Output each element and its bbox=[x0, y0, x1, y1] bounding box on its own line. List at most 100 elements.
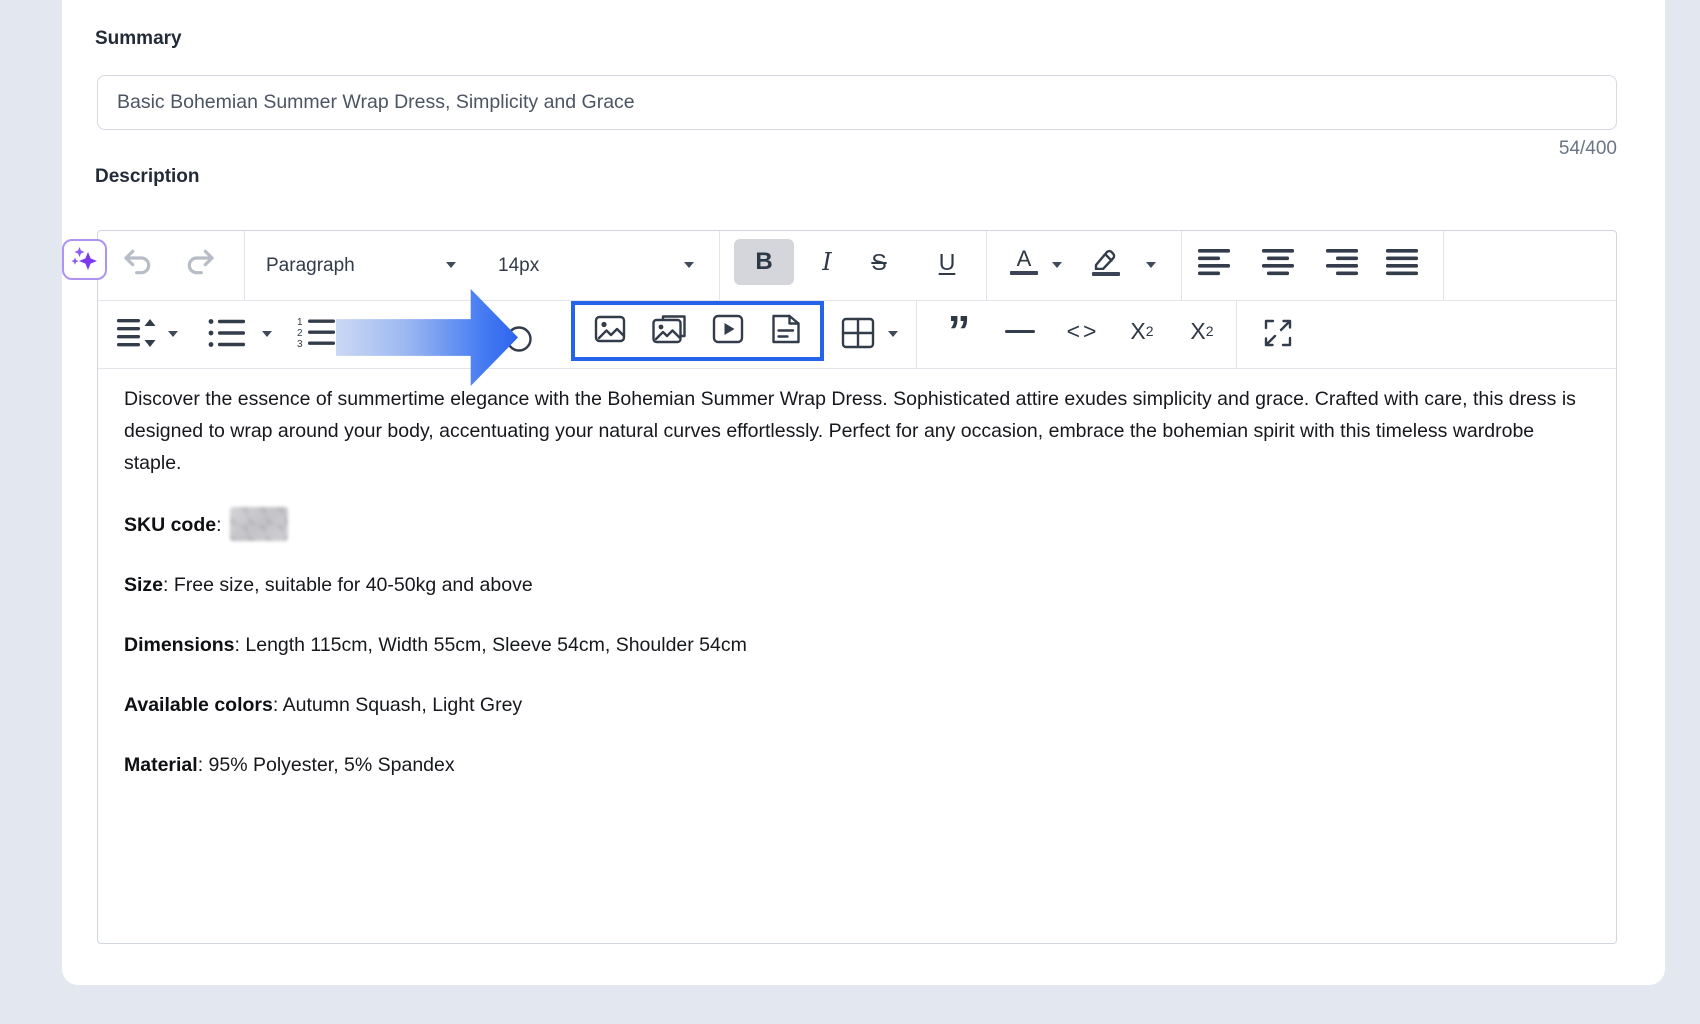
svg-text:1: 1 bbox=[297, 317, 303, 328]
feature-line-material: Material: 95% Polyester, 5% Spandex bbox=[124, 749, 1590, 781]
subscript-index: 2 bbox=[1205, 323, 1214, 339]
blockquote-button[interactable]: ” bbox=[936, 308, 982, 354]
label-separator: : bbox=[234, 634, 246, 656]
page: { "page": { "background": "#e3e7f0", "ca… bbox=[0, 0, 1700, 1024]
rich-text-editor: Paragraph 14px B I S U A 1 2 3 ” <> X 2 … bbox=[97, 230, 1617, 944]
font-size-dropdown[interactable]: 14px bbox=[498, 231, 539, 300]
feature-label: Material bbox=[124, 754, 198, 776]
image-gallery-icon bbox=[651, 314, 686, 343]
highlight-color-bar bbox=[1092, 271, 1120, 277]
editor-content-area[interactable]: Discover the essence of summertime elega… bbox=[98, 368, 1616, 943]
undo-button[interactable] bbox=[116, 239, 160, 285]
undo-icon bbox=[124, 249, 151, 275]
table-icon bbox=[841, 317, 875, 349]
video-icon bbox=[712, 314, 743, 343]
label-separator: : bbox=[272, 694, 283, 716]
horizontal-rule-icon bbox=[1005, 329, 1035, 333]
italic-button[interactable]: I bbox=[804, 239, 850, 285]
font-size-label: 14px bbox=[498, 254, 540, 276]
text-color-button[interactable]: A bbox=[1002, 239, 1046, 285]
description-paragraph: Discover the essence of summertime elega… bbox=[124, 388, 1576, 474]
blockquote-icon: ” bbox=[947, 316, 971, 346]
chevron-down-icon[interactable] bbox=[1146, 262, 1156, 268]
insert-video-button[interactable] bbox=[711, 312, 745, 351]
highlight-color-button[interactable] bbox=[1082, 239, 1130, 285]
align-justify-icon bbox=[1386, 249, 1418, 276]
summary-label: Summary bbox=[95, 28, 182, 49]
align-justify-button[interactable] bbox=[1382, 239, 1426, 285]
text-color-bar bbox=[1010, 270, 1038, 276]
insert-document-button[interactable] bbox=[769, 312, 803, 351]
chevron-down-icon[interactable] bbox=[1052, 262, 1062, 268]
image-icon bbox=[594, 315, 625, 342]
feature-label: SKU code bbox=[124, 514, 217, 536]
strikethrough-button[interactable]: S bbox=[856, 239, 902, 285]
text-color-label: A bbox=[1016, 245, 1032, 271]
redo-button[interactable] bbox=[178, 239, 222, 285]
feature-value: Autumn Squash, Light Grey bbox=[282, 694, 523, 716]
numbered-list-button[interactable]: 1 2 3 bbox=[294, 310, 340, 356]
insert-image-button[interactable] bbox=[593, 312, 627, 351]
paragraph-style-dropdown[interactable]: Paragraph bbox=[266, 231, 355, 300]
superscript-base: X bbox=[1130, 317, 1146, 344]
label-separator: : bbox=[216, 514, 227, 536]
description-label: Description bbox=[95, 166, 200, 187]
fullscreen-icon bbox=[1264, 319, 1292, 347]
redacted-sku-value bbox=[229, 507, 288, 541]
feature-label: Dimensions bbox=[124, 634, 235, 656]
chevron-down-icon[interactable] bbox=[888, 331, 898, 337]
align-center-button[interactable] bbox=[1258, 239, 1302, 285]
code-button[interactable]: <> bbox=[1056, 308, 1110, 354]
feature-label: Size bbox=[124, 574, 164, 596]
underline-button[interactable]: U bbox=[924, 239, 970, 285]
bullet-list-icon bbox=[208, 319, 245, 347]
line-height-icon bbox=[117, 319, 156, 347]
document-icon bbox=[771, 314, 800, 343]
align-left-icon bbox=[1198, 249, 1230, 276]
chevron-down-icon[interactable] bbox=[262, 331, 272, 337]
chevron-down-icon[interactable] bbox=[684, 262, 694, 268]
fullscreen-button[interactable] bbox=[1254, 310, 1302, 356]
superscript-exponent: 2 bbox=[1145, 323, 1154, 339]
subscript-button[interactable]: X2 bbox=[1176, 308, 1228, 354]
align-center-icon bbox=[1262, 249, 1294, 276]
toolbar-separator bbox=[1181, 231, 1182, 300]
feature-value: 95% Polyester, 5% Spandex bbox=[208, 754, 455, 776]
sparkles-icon bbox=[70, 246, 97, 270]
align-right-button[interactable] bbox=[1322, 239, 1366, 285]
toolbar-separator bbox=[719, 231, 720, 300]
product-form-card: Summary 54/400 Description Paragraph bbox=[62, 0, 1665, 985]
label-separator: : bbox=[197, 754, 209, 776]
toolbar-separator bbox=[916, 300, 917, 368]
superscript-button[interactable]: X2 bbox=[1116, 308, 1168, 354]
toolbar-row-1: Paragraph 14px B I S U A bbox=[98, 231, 1616, 301]
feature-label: Available colors bbox=[124, 694, 273, 716]
toolbar-separator bbox=[986, 231, 987, 300]
svg-text:3: 3 bbox=[297, 339, 303, 349]
summary-input[interactable] bbox=[97, 75, 1617, 130]
ai-assistant-button[interactable] bbox=[62, 239, 107, 280]
annotation-highlight-box bbox=[571, 301, 824, 361]
line-height-button[interactable] bbox=[114, 310, 160, 356]
feature-line-colors: Available colors: Autumn Squash, Light G… bbox=[124, 689, 1590, 721]
align-left-button[interactable] bbox=[1194, 239, 1238, 285]
toolbar-separator bbox=[1236, 300, 1237, 368]
toolbar-row-2: 1 2 3 ” <> X 2 X 2 bbox=[98, 289, 1616, 386]
bullet-list-button[interactable] bbox=[204, 310, 250, 356]
redo-icon bbox=[187, 249, 214, 275]
insert-gallery-button[interactable] bbox=[651, 312, 687, 351]
insert-table-button[interactable] bbox=[836, 310, 880, 356]
toolbar-separator bbox=[1443, 231, 1444, 300]
chevron-down-icon[interactable] bbox=[168, 331, 178, 337]
numbered-list-icon: 1 2 3 bbox=[297, 317, 335, 349]
paragraph-style-label: Paragraph bbox=[266, 254, 355, 276]
horizontal-rule-button[interactable] bbox=[996, 308, 1044, 354]
chevron-down-icon[interactable] bbox=[446, 262, 456, 268]
bold-button[interactable]: B bbox=[734, 239, 794, 285]
align-right-icon bbox=[1326, 249, 1358, 276]
label-separator: : bbox=[163, 574, 174, 596]
summary-char-counter: 54/400 bbox=[1558, 138, 1617, 159]
feature-line-dimensions: Dimensions: Length 115cm, Width 55cm, Sl… bbox=[124, 629, 1590, 661]
feature-value: Free size, suitable for 40-50kg and abov… bbox=[173, 574, 533, 596]
svg-text:2: 2 bbox=[297, 328, 303, 339]
